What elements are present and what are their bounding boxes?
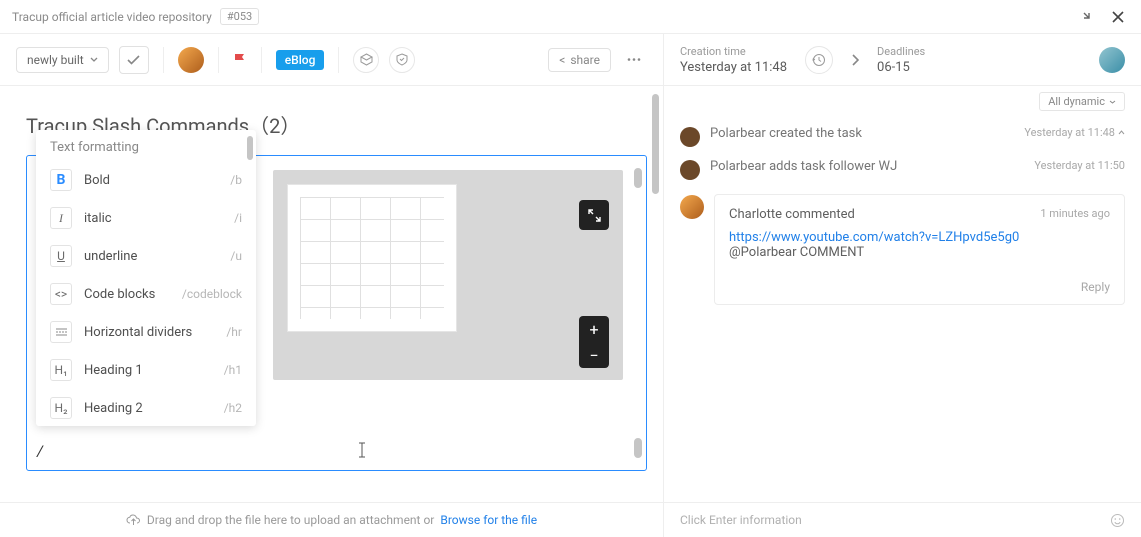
history-icon[interactable]: [805, 46, 833, 74]
cmd-shortcut: /h1: [224, 363, 242, 377]
italic-icon: I: [50, 207, 72, 229]
scrollbar-thumb[interactable]: [634, 168, 642, 188]
cmd-label: Heading 1: [84, 363, 212, 378]
expand-icon[interactable]: [579, 200, 609, 230]
blog-tag[interactable]: eBlog: [276, 50, 325, 70]
chevron-up-icon: [1118, 130, 1125, 135]
cmd-label: italic: [84, 211, 222, 226]
cmd-shortcut: /b: [230, 173, 242, 187]
zoom-in-button[interactable]: +: [579, 316, 609, 342]
cmd-italic[interactable]: I italic /i: [36, 199, 256, 237]
cmd-underline[interactable]: U underline /u: [36, 237, 256, 275]
avatar: [680, 195, 704, 219]
assignee-avatar[interactable]: [178, 47, 204, 73]
heading2-icon: H₂: [50, 397, 72, 419]
user-avatar[interactable]: [1099, 47, 1125, 73]
activity-time: Yesterday at 11:48: [1024, 126, 1125, 139]
comment-input[interactable]: Click Enter information: [664, 503, 1141, 537]
cmd-shortcut: /codeblock: [182, 287, 242, 301]
meta-header: Creation time Yesterday at 11:48 Deadlin…: [664, 34, 1141, 86]
right-pane: Creation time Yesterday at 11:48 Deadlin…: [664, 34, 1141, 502]
chevron-right-icon[interactable]: [851, 54, 859, 66]
cmd-label: Heading 2: [84, 401, 212, 416]
share-label: <: [559, 53, 565, 67]
share-button[interactable]: < share: [548, 48, 611, 72]
cmd-codeblock[interactable]: <> Code blocks /codeblock: [36, 275, 256, 313]
activity-text: Polarbear created the task: [710, 126, 1014, 141]
comment-placeholder: Click Enter information: [680, 513, 802, 527]
scrollbar-thumb[interactable]: [247, 136, 253, 160]
comment-item: Charlotte commented 1 minutes ago https:…: [680, 194, 1125, 305]
cmd-label: underline: [84, 249, 218, 264]
cloud-upload-icon: [126, 514, 141, 526]
titlebar: Tracup official article video repository…: [0, 0, 1141, 34]
close-icon[interactable]: [1107, 6, 1129, 28]
activity-feed: All dynamic Polarbear created the task Y…: [664, 86, 1141, 502]
slash-command-popover: Text formatting B Bold /b I italic /i U …: [36, 130, 256, 426]
deadline-value: 06-15: [877, 60, 925, 75]
comment-time: 1 minutes ago: [1040, 207, 1110, 222]
creation-value: Yesterday at 11:48: [680, 60, 787, 75]
activity-time: Yesterday at 11:50: [1034, 159, 1125, 172]
avatar: [680, 127, 700, 147]
activity-filter-dropdown[interactable]: All dynamic: [1039, 92, 1125, 111]
slash-input: /: [37, 442, 43, 460]
cmd-shortcut: /i: [234, 211, 242, 225]
activity-item: Polarbear created the task Yesterday at …: [680, 126, 1125, 147]
reply-button[interactable]: Reply: [729, 280, 1110, 294]
comment-author: Charlotte commented: [729, 207, 855, 222]
avatar: [680, 160, 700, 180]
activity-text: Polarbear adds task follower WJ: [710, 159, 1024, 174]
shield-icon[interactable]: [389, 47, 415, 73]
cmd-shortcut: /u: [230, 249, 242, 263]
deadline-label: Deadlines: [877, 45, 925, 58]
cmd-label: Code blocks: [84, 287, 170, 302]
bold-icon: B: [50, 169, 72, 191]
creation-label: Creation time: [680, 45, 787, 58]
chevron-down-icon: [90, 57, 98, 62]
comment-link[interactable]: https://www.youtube.com/watch?v=LZHpvd5e…: [729, 230, 1110, 245]
approve-button[interactable]: [119, 46, 149, 74]
heading1-icon: H₁: [50, 359, 72, 381]
cmd-hr[interactable]: Horizontal dividers /hr: [36, 313, 256, 351]
flag-icon[interactable]: [233, 52, 247, 67]
activity-item: Polarbear adds task follower WJ Yesterda…: [680, 159, 1125, 180]
footer: Drag and drop the file here to upload an…: [0, 502, 1141, 537]
cmd-h2[interactable]: H₂ Heading 2 /h2: [36, 389, 256, 426]
diagram-embed[interactable]: + −: [273, 170, 623, 380]
footer-dropzone[interactable]: Drag and drop the file here to upload an…: [0, 503, 664, 537]
window-title: Tracup official article video repository: [12, 10, 212, 24]
comment-mention: @Polarbear COMMENT: [729, 245, 1110, 260]
minimize-icon[interactable]: [1077, 6, 1099, 28]
more-menu-button[interactable]: [621, 47, 647, 73]
code-icon: <>: [50, 283, 72, 305]
status-label: newly built: [27, 53, 84, 67]
divider-icon: [50, 321, 72, 343]
browse-link[interactable]: Browse for the file: [440, 513, 537, 527]
cmd-label: Horizontal dividers: [84, 325, 214, 340]
drop-text: Drag and drop the file here to upload an…: [147, 513, 434, 527]
cmd-h1[interactable]: H₁ Heading 1 /h1: [36, 351, 256, 389]
cmd-label: Bold: [84, 173, 218, 188]
comment-card: Charlotte commented 1 minutes ago https:…: [714, 194, 1125, 305]
cmd-shortcut: /h2: [224, 401, 242, 415]
status-dropdown[interactable]: newly built: [16, 47, 109, 73]
diagram-image: [287, 184, 457, 332]
popover-section-header: Text formatting: [36, 130, 256, 161]
cmd-bold[interactable]: B Bold /b: [36, 161, 256, 199]
zoom-out-button[interactable]: −: [579, 342, 609, 368]
zoom-controls: + −: [579, 316, 609, 368]
toolbar: newly built eBlog < s: [0, 34, 663, 86]
text-cursor-icon: [357, 442, 367, 458]
cmd-shortcut: /hr: [226, 325, 242, 339]
scrollbar-thumb[interactable]: [634, 438, 642, 458]
task-id: #053: [220, 8, 259, 25]
chevron-down-icon: [1109, 100, 1116, 104]
emoji-icon[interactable]: [1110, 513, 1125, 528]
underline-icon: U: [50, 245, 72, 267]
scrollbar-thumb[interactable]: [652, 94, 659, 194]
cube-icon[interactable]: [353, 47, 379, 73]
